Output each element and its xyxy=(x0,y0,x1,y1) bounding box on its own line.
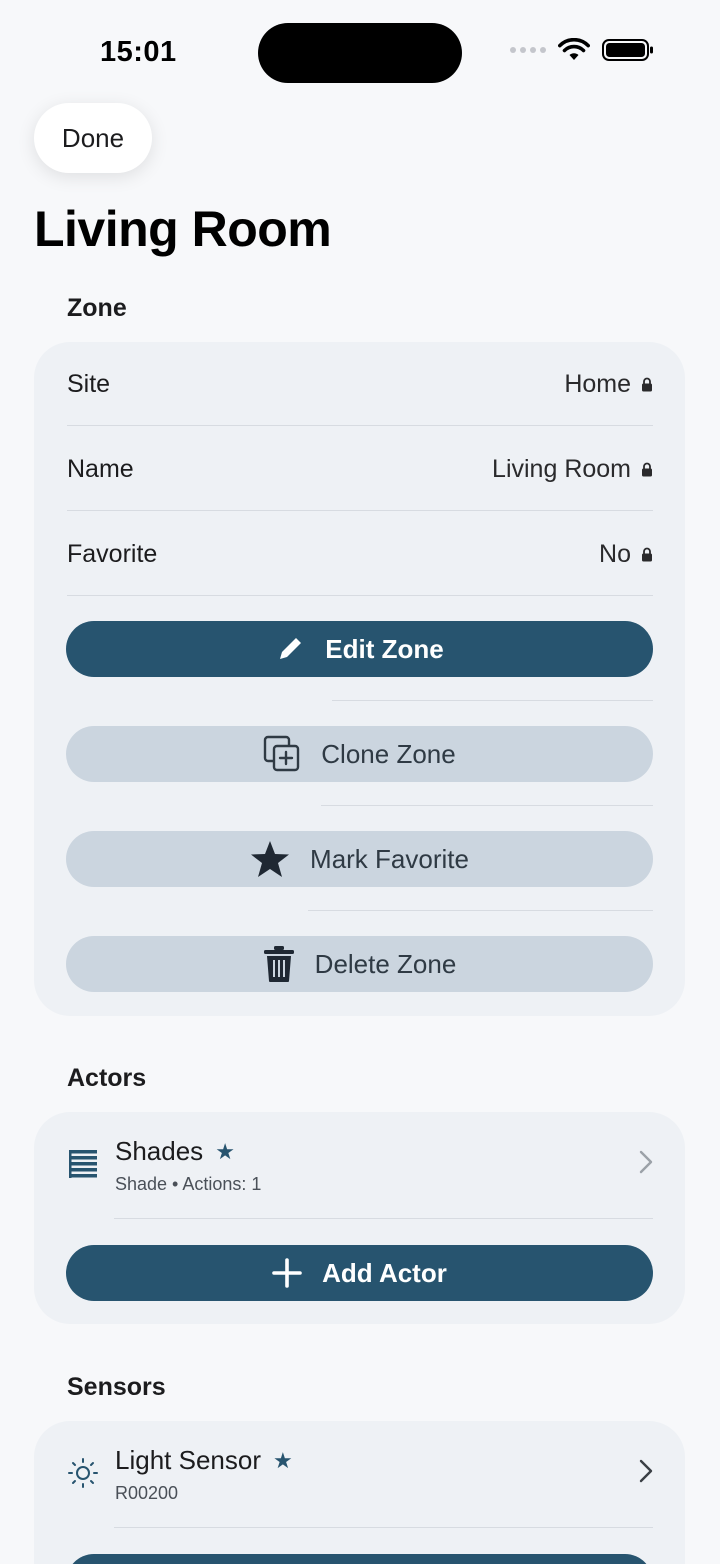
sensors-section-header: Sensors xyxy=(67,1373,166,1401)
zone-row-value: Home xyxy=(564,370,653,399)
zone-row-label: Favorite xyxy=(67,540,158,568)
divider xyxy=(332,700,653,701)
actor-subtitle: Shade • Actions: 1 xyxy=(115,1174,262,1194)
divider xyxy=(67,510,653,511)
sensor-row-light[interactable]: Light Sensor ★ R00200 xyxy=(67,1421,653,1521)
divider xyxy=(67,595,653,596)
favorite-star-icon: ★ xyxy=(272,1447,293,1473)
zone-row-favorite: Favorite No xyxy=(67,512,653,597)
add-sensor-button[interactable] xyxy=(66,1554,653,1564)
lock-icon xyxy=(642,377,652,392)
zone-row-label: Site xyxy=(67,370,111,398)
status-bar: 15:01 xyxy=(0,0,720,100)
zone-card: Site Home Name Living Room Favorite No E… xyxy=(34,342,685,1016)
zone-favorite-value: No xyxy=(599,540,631,568)
zone-row-site: Site Home xyxy=(67,342,653,427)
mark-favorite-button[interactable]: Mark Favorite xyxy=(66,831,653,887)
chevron-right-icon xyxy=(639,1459,653,1488)
add-actor-label: Add Actor xyxy=(322,1257,447,1288)
divider xyxy=(114,1527,653,1528)
zone-row-value: Living Room xyxy=(492,455,653,484)
divider xyxy=(308,910,653,911)
zone-row-label: Name xyxy=(67,455,134,483)
sensors-card: Light Sensor ★ R00200 xyxy=(34,1421,685,1564)
wifi-icon xyxy=(558,38,590,60)
actor-title-line: Shades ★ xyxy=(115,1136,235,1167)
edit-zone-button[interactable]: Edit Zone xyxy=(66,621,653,677)
dynamic-island xyxy=(258,23,462,83)
lock-icon xyxy=(642,547,652,562)
actor-row-shades[interactable]: Shades ★ Shade • Actions: 1 xyxy=(67,1112,653,1212)
done-button[interactable]: Done xyxy=(34,103,152,173)
actor-name: Shades xyxy=(115,1136,204,1166)
actors-card: Shades ★ Shade • Actions: 1 Add Actor xyxy=(34,1112,685,1324)
lock-icon xyxy=(642,462,652,477)
plus-icon xyxy=(272,1258,302,1288)
pencil-icon xyxy=(275,634,305,664)
delete-zone-label: Delete Zone xyxy=(314,948,457,979)
divider xyxy=(321,805,653,806)
clone-zone-label: Clone Zone xyxy=(321,738,456,769)
shade-icon xyxy=(67,1148,99,1185)
zone-section-header: Zone xyxy=(67,294,127,322)
edit-zone-label: Edit Zone xyxy=(325,633,444,664)
zone-site-value: Home xyxy=(564,370,631,398)
chevron-right-icon xyxy=(639,1150,653,1179)
mark-favorite-label: Mark Favorite xyxy=(310,843,469,874)
status-time: 15:01 xyxy=(100,36,177,68)
add-actor-button[interactable]: Add Actor xyxy=(66,1245,653,1301)
clone-zone-button[interactable]: Clone Zone xyxy=(66,726,653,782)
zone-row-name: Name Living Room xyxy=(67,427,653,512)
sensor-title-line: Light Sensor ★ xyxy=(115,1445,293,1476)
clone-icon xyxy=(263,735,301,773)
status-icons xyxy=(510,38,654,62)
zone-name-value: Living Room xyxy=(492,455,631,483)
divider xyxy=(114,1218,653,1219)
sensor-name: Light Sensor xyxy=(115,1445,261,1475)
zone-row-value: No xyxy=(599,540,653,569)
battery-icon xyxy=(602,39,653,61)
page-title: Living Room xyxy=(34,201,332,257)
star-icon xyxy=(250,840,290,878)
actors-section-header: Actors xyxy=(67,1064,147,1092)
cellular-signal-icon xyxy=(510,47,546,53)
divider xyxy=(67,425,653,426)
favorite-star-icon: ★ xyxy=(215,1138,235,1164)
trash-icon xyxy=(263,945,295,983)
sensor-subtitle: R00200 xyxy=(115,1483,179,1503)
sun-icon xyxy=(67,1457,99,1494)
delete-zone-button[interactable]: Delete Zone xyxy=(66,936,653,992)
